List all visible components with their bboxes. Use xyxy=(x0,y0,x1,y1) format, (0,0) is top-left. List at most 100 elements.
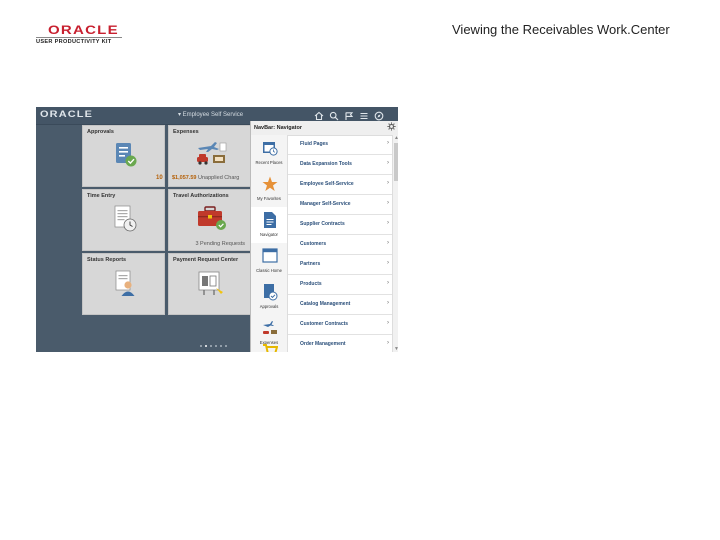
chevron-right-icon: › xyxy=(387,340,389,346)
nav-item-label: Supplier Contracts xyxy=(300,221,345,227)
chevron-right-icon: › xyxy=(387,220,389,226)
tile-title: Status Reports xyxy=(87,257,127,263)
chevron-right-icon: › xyxy=(387,180,389,186)
travel-authorizations-tile[interactable]: Travel Authorizations 3 Pending Requests xyxy=(168,189,251,251)
page-dot[interactable] xyxy=(200,345,202,347)
nav-item-label: Customer Contracts xyxy=(300,321,349,327)
homepage-selector[interactable]: ▾ Employee Self Service xyxy=(178,111,243,118)
logo-divider xyxy=(36,37,122,38)
page-dot[interactable] xyxy=(225,345,227,347)
nav-item[interactable]: Order Management › xyxy=(288,335,392,352)
home-icon[interactable] xyxy=(314,111,324,121)
expenses-amount: $1,057.59 xyxy=(172,175,197,181)
scrollbar-thumb[interactable] xyxy=(394,143,398,181)
navigator-list: Fluid Pages › Data Expansion Tools › Emplo… xyxy=(288,135,392,352)
nav-item[interactable]: Fluid Pages › xyxy=(288,135,392,155)
chevron-right-icon: › xyxy=(387,160,389,166)
page-dot[interactable] xyxy=(220,345,222,347)
cart-icon xyxy=(263,344,278,352)
menu-icon[interactable] xyxy=(359,111,369,121)
nav-item[interactable]: Manager Self-Service › xyxy=(288,195,392,215)
rail-label: Recent Places xyxy=(255,160,283,165)
rail-label: Classic Home xyxy=(256,268,282,273)
nav-item[interactable]: Employee Self-Service › xyxy=(288,175,392,195)
approvals-count: 10 xyxy=(156,175,163,181)
payment-icon xyxy=(198,271,223,295)
search-icon[interactable] xyxy=(329,111,339,121)
nav-item-label: Partners xyxy=(300,261,321,267)
nav-item-label: Fluid Pages xyxy=(300,141,329,147)
travel-icon xyxy=(197,142,227,165)
nav-item-label: Data Expansion Tools xyxy=(300,161,352,167)
nav-item-label: Manager Self-Service xyxy=(300,201,351,207)
scroll-up-arrow-icon[interactable]: ▲ xyxy=(393,135,398,141)
expenses-amount-line: $1,057.59 Unapplied Charg xyxy=(172,175,239,181)
tile-title: Time Entry xyxy=(87,193,116,199)
chevron-right-icon: › xyxy=(387,320,389,326)
nav-item[interactable]: Customer Contracts › xyxy=(288,315,392,335)
approvals-icon xyxy=(264,284,278,301)
chevron-right-icon: › xyxy=(387,260,389,266)
nav-item[interactable]: Catalog Management › xyxy=(288,295,392,315)
approvals-tile[interactable]: Approvals 10 xyxy=(82,125,165,187)
chevron-right-icon: › xyxy=(387,200,389,206)
rail-label: Navigator xyxy=(260,232,278,237)
page-dot[interactable] xyxy=(215,345,217,347)
app-screenshot: ORACLE ▾ Employee Self Service Approvals xyxy=(36,107,398,352)
chevron-right-icon: › xyxy=(387,240,389,246)
rail-item-my-favorites[interactable]: My Favorites xyxy=(251,171,287,207)
tile-title: Approvals xyxy=(87,129,114,135)
app-logo: ORACLE xyxy=(40,109,94,120)
status-reports-tile[interactable]: Status Reports xyxy=(82,253,165,315)
rail-item-navigator[interactable]: Navigator xyxy=(251,207,287,243)
time-entry-tile[interactable]: Time Entry xyxy=(82,189,165,251)
nav-item[interactable]: Customers › xyxy=(288,235,392,255)
nav-item-label: Products xyxy=(300,281,322,287)
calendar-clock-icon xyxy=(263,142,278,156)
person-report-icon xyxy=(115,270,135,296)
document-check-icon xyxy=(116,143,137,167)
compass-icon[interactable] xyxy=(374,111,384,121)
scroll-down-arrow-icon[interactable]: ▼ xyxy=(393,346,398,352)
expenses-icon xyxy=(263,321,277,334)
chevron-right-icon: › xyxy=(387,140,389,146)
navbar-scrollbar[interactable]: ▲ ▼ xyxy=(392,135,398,352)
page-dot-active[interactable] xyxy=(205,345,207,347)
tile-title: Travel Authorizations xyxy=(173,193,229,199)
page-dot[interactable] xyxy=(210,345,212,347)
oracle-upk-logo: ORACLE USER PRODUCTIVITY KIT xyxy=(36,23,124,47)
rail-item-recent-places[interactable]: Recent Places xyxy=(251,135,287,171)
rail-label: Approvals xyxy=(259,304,279,309)
nav-item[interactable]: Data Expansion Tools › xyxy=(288,155,392,175)
pending-requests-count: 3 Pending Requests xyxy=(195,241,245,247)
rail-item-more[interactable] xyxy=(251,344,287,352)
nav-item[interactable]: Partners › xyxy=(288,255,392,275)
navbar-header: NavBar: Navigator xyxy=(251,121,398,136)
gear-icon[interactable] xyxy=(387,122,396,134)
nav-item[interactable]: Products › xyxy=(288,275,392,295)
timesheet-icon xyxy=(114,205,137,232)
nav-item[interactable]: Supplier Contracts › xyxy=(288,215,392,235)
tile-title: Payment Request Center xyxy=(173,257,239,263)
flag-icon[interactable] xyxy=(344,111,354,121)
navbar-panel: NavBar: Navigator Recent Places My Favor… xyxy=(250,121,398,352)
rail-label: My Favorites xyxy=(257,196,281,201)
document-icon xyxy=(264,212,276,228)
rail-item-approvals[interactable]: Approvals xyxy=(251,279,287,315)
star-icon xyxy=(262,176,278,191)
page-indicator xyxy=(200,345,227,347)
tile-title: Expenses xyxy=(173,129,199,135)
navbar-rail: Recent Places My Favorites Navigator Cla… xyxy=(251,135,288,352)
oracle-logo-word: ORACLE xyxy=(48,23,119,37)
briefcase-icon xyxy=(198,206,226,230)
expenses-tile[interactable]: Expenses $1,057.59 Unapplied Charg xyxy=(168,125,251,187)
chevron-right-icon: › xyxy=(387,300,389,306)
upk-logo-subtitle: USER PRODUCTIVITY KIT xyxy=(36,39,112,45)
payment-request-center-tile[interactable]: Payment Request Center xyxy=(168,253,251,315)
nav-item-label: Customers xyxy=(300,241,327,247)
slide-title: Viewing the Receivables Work.Center xyxy=(452,22,670,37)
window-icon xyxy=(262,248,278,263)
rail-item-classic-home[interactable]: Classic Home xyxy=(251,243,287,279)
expenses-amount-note: Unapplied Charg xyxy=(198,175,240,181)
nav-item-label: Order Management xyxy=(300,341,346,347)
